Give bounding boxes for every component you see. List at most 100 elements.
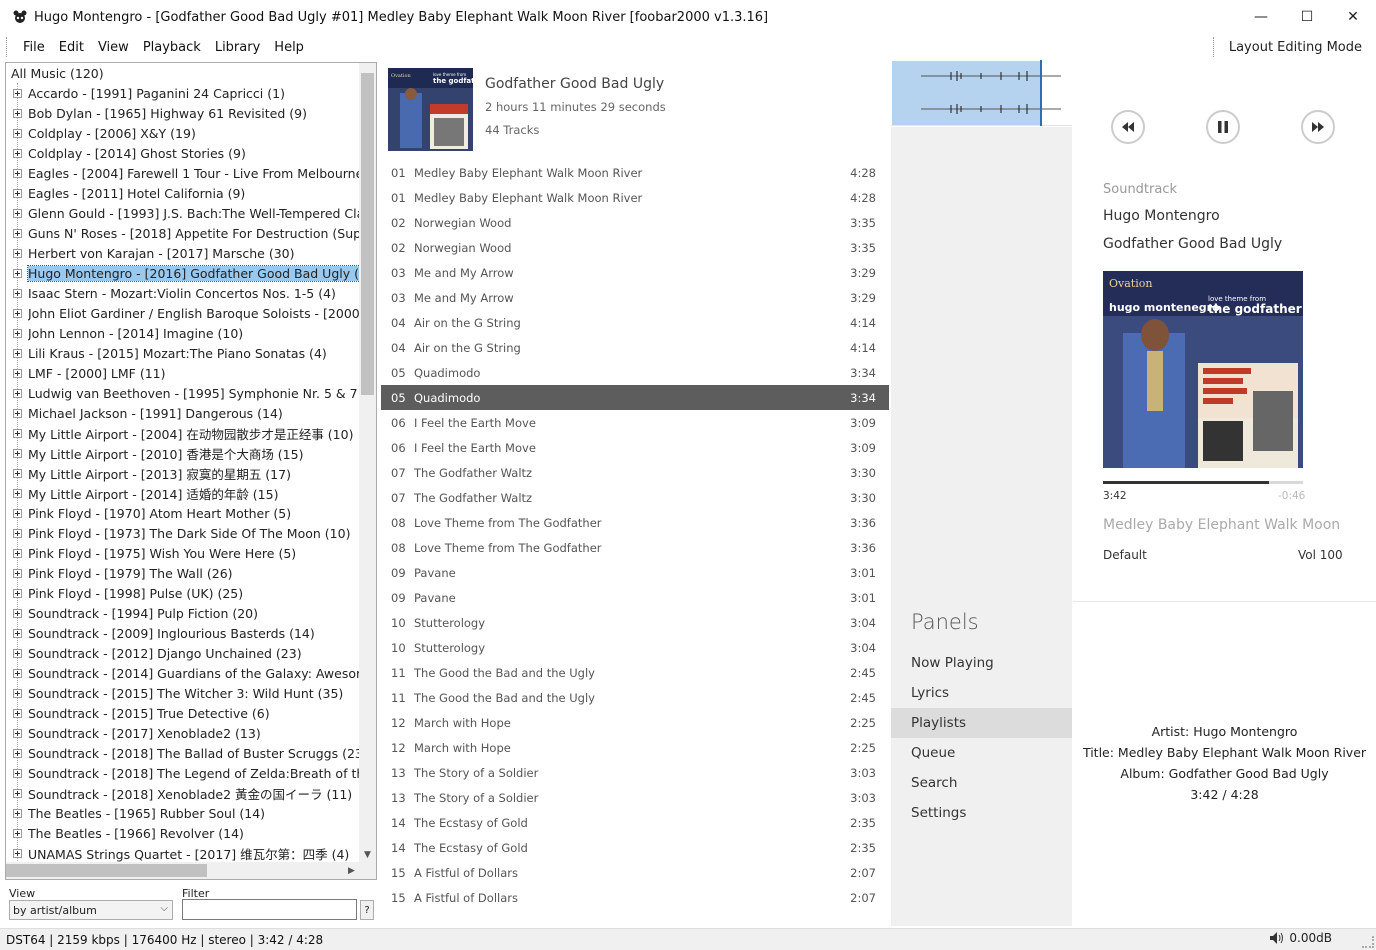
library-tree-item[interactable]: Pink Floyd - [1975] Wish You Were Here (… <box>6 543 360 563</box>
library-tree-item[interactable]: Pink Floyd - [1979] The Wall (26) <box>6 563 360 583</box>
library-tree-item[interactable]: Lili Kraus - [2015] Mozart:The Piano Son… <box>6 343 360 363</box>
expand-plus-icon[interactable] <box>13 148 22 158</box>
playlist-track-row[interactable]: 03 Me and My Arrow 3:29 <box>381 285 889 310</box>
expand-plus-icon[interactable] <box>13 428 22 438</box>
library-tree-item[interactable]: Pink Floyd - [1970] Atom Heart Mother (5… <box>6 503 360 523</box>
playlist-track-row[interactable]: 14 The Ecstasy of Gold 2:35 <box>381 810 889 835</box>
menu-library[interactable]: Library <box>208 40 267 55</box>
expand-plus-icon[interactable] <box>13 668 22 678</box>
library-tree-item[interactable]: My Little Airport - [2014] 适婚的年龄 (15) <box>6 483 360 503</box>
library-tree-item[interactable]: Soundtrack - [1994] Pulp Fiction (20) <box>6 603 360 623</box>
playlist-track-row[interactable]: 01 Medley Baby Elephant Walk Moon River 4:… <box>381 160 889 185</box>
playlist-track-row[interactable]: 15 A Fistful of Dollars 2:07 <box>381 885 889 910</box>
playlist-track-row[interactable]: 03 Me and My Arrow 3:29 <box>381 260 889 285</box>
playlist-track-row[interactable]: 11 The Good the Bad and the Ugly 2:45 <box>381 660 889 685</box>
expand-plus-icon[interactable] <box>13 308 22 318</box>
now-playing-progress-bar[interactable] <box>1103 481 1303 484</box>
view-select[interactable]: by artist/album ⌵ <box>9 900 173 920</box>
playlist-track-row[interactable]: 15 A Fistful of Dollars 2:07 <box>381 860 889 885</box>
playlist-track-row[interactable]: 09 Pavane 3:01 <box>381 585 889 610</box>
library-tree-item[interactable]: Eagles - [2011] Hotel California (9) <box>6 183 360 203</box>
library-tree-item[interactable]: John Lennon - [2014] Imagine (10) <box>6 323 360 343</box>
playlist-track-row[interactable]: 10 Stutterology 3:04 <box>381 635 889 660</box>
library-tree-item[interactable]: My Little Airport - [2013] 寂寞的星期五 (17) <box>6 463 360 483</box>
expand-plus-icon[interactable] <box>13 268 22 278</box>
menu-file[interactable]: File <box>16 40 52 55</box>
pause-button[interactable] <box>1206 110 1240 144</box>
playlist-track-row[interactable]: 11 The Good the Bad and the Ugly 2:45 <box>381 685 889 710</box>
panel-settings[interactable]: Settings <box>891 798 1072 828</box>
expand-plus-icon[interactable] <box>13 548 22 558</box>
library-tree-item[interactable]: The Beatles - [1965] Rubber Soul (14) <box>6 803 360 823</box>
expand-plus-icon[interactable] <box>13 728 22 738</box>
expand-plus-icon[interactable] <box>13 848 22 858</box>
expand-plus-icon[interactable] <box>13 448 22 458</box>
library-tree-item[interactable]: Hugo Montengro - [2016] Godfather Good B… <box>6 263 360 283</box>
menu-edit[interactable]: Edit <box>52 40 91 55</box>
expand-plus-icon[interactable] <box>13 528 22 538</box>
playlist-track-row[interactable]: 05 Quadimodo 3:34 <box>381 385 889 410</box>
library-tree-item[interactable]: Soundtrack - [2014] Guardians of the Gal… <box>6 663 360 683</box>
library-tree-item[interactable]: Coldplay - [2006] X&Y (19) <box>6 123 360 143</box>
library-tree-item[interactable]: UNAMAS Strings Quartet - [2017] 维瓦尔第：四季 … <box>6 843 360 863</box>
filter-help-button[interactable]: ? <box>360 900 374 920</box>
playlist-track-row[interactable]: 01 Medley Baby Elephant Walk Moon River 4:… <box>381 185 889 210</box>
panel-lyrics[interactable]: Lyrics <box>891 678 1072 708</box>
expand-plus-icon[interactable] <box>13 708 22 718</box>
expand-plus-icon[interactable] <box>13 408 22 418</box>
library-tree-item[interactable]: My Little Airport - [2010] 香港是个大商场 (15) <box>6 443 360 463</box>
library-tree-item[interactable]: LMF - [2000] LMF (11) <box>6 363 360 383</box>
expand-plus-icon[interactable] <box>13 748 22 758</box>
expand-plus-icon[interactable] <box>13 768 22 778</box>
expand-plus-icon[interactable] <box>13 588 22 598</box>
panel-now-playing[interactable]: Now Playing <box>891 648 1072 678</box>
library-tree-item[interactable]: Herbert von Karajan - [2017] Marsche (30… <box>6 243 360 263</box>
library-tree-item[interactable]: Soundtrack - [2009] Inglourious Basterds… <box>6 623 360 643</box>
playlist-track-row[interactable]: 07 The Godfather Waltz 3:30 <box>381 485 889 510</box>
expand-plus-icon[interactable] <box>13 288 22 298</box>
expand-plus-icon[interactable] <box>13 88 22 98</box>
expand-plus-icon[interactable] <box>13 128 22 138</box>
library-tree-item[interactable]: Soundtrack - [2012] Django Unchained (23… <box>6 643 360 663</box>
next-button[interactable] <box>1301 110 1335 144</box>
library-tree-item[interactable]: My Little Airport - [2004] 在动物园散步才是正经事 (… <box>6 423 360 443</box>
playlist-track-row[interactable]: 13 The Story of a Soldier 3:03 <box>381 785 889 810</box>
playlist-track-row[interactable]: 04 Air on the G String 4:14 <box>381 335 889 360</box>
menu-playback[interactable]: Playback <box>136 40 208 55</box>
library-tree-item[interactable]: Soundtrack - [2018] The Ballad of Buster… <box>6 743 360 763</box>
expand-plus-icon[interactable] <box>13 328 22 338</box>
playlist-track-row[interactable]: 04 Air on the G String 4:14 <box>381 310 889 335</box>
output-device[interactable]: Default <box>1103 548 1147 562</box>
tree-root-all-music[interactable]: All Music (120) <box>6 63 360 83</box>
playlist-track-row[interactable]: 07 The Godfather Waltz 3:30 <box>381 460 889 485</box>
waveform-playhead[interactable] <box>1040 60 1042 126</box>
menu-help[interactable]: Help <box>267 40 311 55</box>
playlist-track-row[interactable]: 05 Quadimodo 3:34 <box>381 360 889 385</box>
library-tree-item[interactable]: Soundtrack - [2018] The Legend of Zelda:… <box>6 763 360 783</box>
expand-plus-icon[interactable] <box>13 688 22 698</box>
playlist-track-row[interactable]: 09 Pavane 3:01 <box>381 560 889 585</box>
vertical-scroll-thumb[interactable] <box>361 73 374 395</box>
expand-plus-icon[interactable] <box>13 828 22 838</box>
expand-plus-icon[interactable] <box>13 108 22 118</box>
library-horizontal-scrollbar[interactable]: ▶ <box>6 862 360 879</box>
expand-plus-icon[interactable] <box>13 628 22 638</box>
expand-plus-icon[interactable] <box>13 508 22 518</box>
playlist-track-row[interactable]: 02 Norwegian Wood 3:35 <box>381 210 889 235</box>
playlist-track-row[interactable]: 12 March with Hope 2:25 <box>381 710 889 735</box>
library-tree-item[interactable]: John Eliot Gardiner / English Baroque So… <box>6 303 360 323</box>
expand-plus-icon[interactable] <box>13 168 22 178</box>
library-tree-item[interactable]: Soundtrack - [2017] Xenoblade2 (13) <box>6 723 360 743</box>
library-tree-item[interactable]: Michael Jackson - [1991] Dangerous (14) <box>6 403 360 423</box>
size-grip[interactable] <box>1362 936 1374 948</box>
expand-plus-icon[interactable] <box>13 488 22 498</box>
filter-input[interactable] <box>182 899 357 920</box>
layout-editing-mode-button[interactable]: Layout Editing Mode <box>1229 40 1362 55</box>
minimize-button[interactable]: — <box>1238 0 1284 34</box>
expand-plus-icon[interactable] <box>13 648 22 658</box>
panel-search[interactable]: Search <box>891 768 1072 798</box>
waveform-seekbar[interactable] <box>891 60 1072 126</box>
expand-plus-icon[interactable] <box>13 208 22 218</box>
panel-playlists[interactable]: Playlists <box>891 708 1072 738</box>
expand-plus-icon[interactable] <box>13 368 22 378</box>
